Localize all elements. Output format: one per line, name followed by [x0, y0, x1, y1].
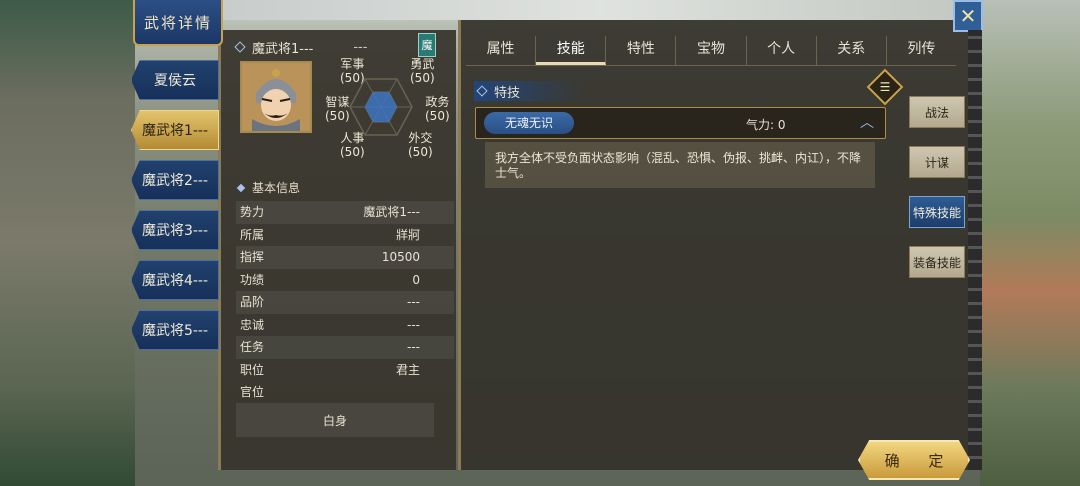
general-tab-4[interactable]: 魔武将4--- [131, 260, 219, 300]
list-icon: ☰ [879, 80, 891, 94]
close-button[interactable]: ✕ [953, 0, 983, 32]
tab-biography[interactable]: 列传 [887, 36, 956, 65]
side-tab-tactics[interactable]: 战法 [909, 96, 965, 128]
general-tab-2[interactable]: 魔武将2--- [131, 160, 219, 200]
tab-attributes[interactable]: 属性 [466, 36, 537, 65]
info-row: 忠诚 --- [240, 317, 420, 332]
skill-name: 无魂无识 [484, 112, 574, 134]
general-name: 魔武将1--- [252, 41, 314, 57]
side-tab-special-skills[interactable]: 特殊技能 [909, 196, 965, 228]
diamond-icon [476, 85, 488, 97]
general-tab-3[interactable]: 魔武将3--- [131, 210, 219, 250]
faction-badge: 魔 [418, 33, 436, 57]
info-row: 功绩 0 [240, 272, 420, 287]
info-row: 任务 --- [236, 336, 454, 359]
stat-hexagon-chart [349, 78, 413, 136]
stat-hexagon-fill [365, 92, 397, 122]
skill-entry[interactable]: 无魂无识 气力: 0 ︿ [475, 107, 886, 139]
general-list: 夏侯云 魔武将1--- 魔武将2--- 魔武将3--- 魔武将4--- 魔武将5… [131, 60, 221, 360]
background-left [0, 0, 135, 486]
tab-skills[interactable]: 技能 [536, 36, 607, 65]
info-row: 指挥 10500 [236, 246, 454, 269]
diamond-bullet-icon [236, 183, 246, 192]
info-row: 品阶 --- [236, 291, 454, 314]
info-row: 职位 君主 [240, 362, 420, 377]
info-row: 势力 魔武将1--- [236, 201, 454, 224]
skill-description: 我方全体不受负面状态影响（混乱、恐惧、伪报、挑衅、内讧），不降士气。 [485, 142, 875, 188]
tab-traits[interactable]: 特性 [606, 36, 677, 65]
window-title-banner: 武将详情 [133, 0, 223, 46]
skill-qi: 气力: 0 [746, 118, 786, 132]
rank-value: 白身 [236, 403, 434, 437]
diamond-icon [234, 41, 246, 53]
side-tab-stratagems[interactable]: 计谋 [909, 146, 965, 178]
background-top [220, 0, 980, 20]
tab-relations[interactable]: 关系 [817, 36, 887, 65]
window-title: 武将详情 [143, 13, 212, 32]
basic-info-heading: 基本信息 [236, 179, 300, 196]
skill-category-tabs: 战法 计谋 特殊技能 装备技能 [909, 96, 965, 296]
general-tab-0[interactable]: 夏侯云 [131, 60, 219, 100]
detail-tabs: 属性 技能 特性 宝物 个人 关系 列传 [466, 36, 956, 66]
tab-personal[interactable]: 个人 [747, 36, 817, 65]
portrait-image [242, 63, 310, 131]
decorative-chain [968, 30, 982, 470]
general-name-row: 魔武将1--- --- [234, 37, 436, 57]
chevron-up-icon[interactable]: ︿ [860, 112, 874, 132]
info-row: 官位 [240, 385, 265, 399]
side-tab-equipment-skills[interactable]: 装备技能 [909, 246, 965, 278]
basic-info-table: 势力 魔武将1--- 所属 牂牁 指挥 10500 功绩 0 品阶 --- 忠诚 --- 任… [236, 201, 454, 404]
stat-politics: 政务 (50) [425, 95, 450, 123]
special-skill-heading: 特技 [474, 81, 584, 101]
close-icon: ✕ [959, 4, 977, 28]
general-portrait[interactable] [240, 61, 312, 133]
info-row: 所属 牂牁 [240, 227, 420, 242]
background-right [980, 0, 1080, 486]
general-suffix: --- [353, 39, 368, 55]
tab-treasures[interactable]: 宝物 [676, 36, 747, 65]
general-tab-5[interactable]: 魔武将5--- [131, 310, 219, 350]
confirm-button[interactable]: 确 定 [858, 440, 970, 480]
stat-strategy: 智谋 (50) [325, 95, 350, 123]
general-tab-1[interactable]: 魔武将1--- [131, 110, 219, 150]
